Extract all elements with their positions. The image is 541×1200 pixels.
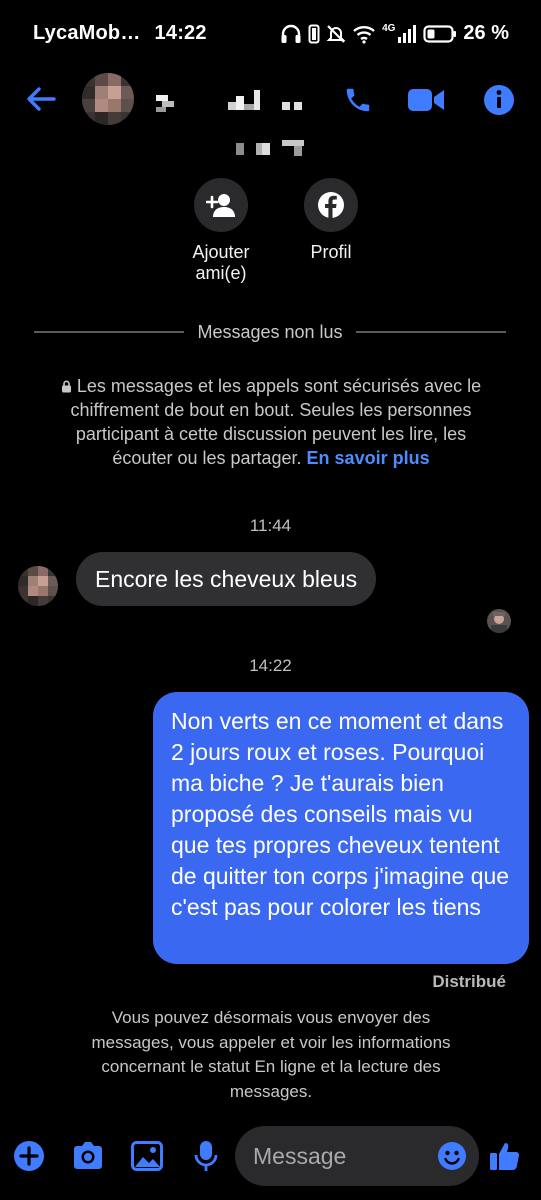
video-call-button[interactable] [406,80,446,120]
info-icon [484,85,514,115]
back-button[interactable] [22,80,60,118]
add-friend-label: Ajouter ami(e) [192,242,250,283]
contact-subtitle-pixelated [236,140,306,156]
add-friend-action[interactable]: Ajouter ami(e) [161,178,281,284]
gallery-button[interactable] [128,1137,166,1175]
headset-icon [281,24,301,43]
video-camera-icon [408,89,444,111]
sender-avatar[interactable] [18,566,58,606]
arrow-left-icon [27,87,56,111]
unread-divider-label: Messages non lus [197,321,343,342]
profile-action[interactable]: Profil [271,178,391,263]
lock-icon [61,380,71,393]
battery-icon [423,24,457,43]
contact-avatar[interactable] [82,73,134,125]
unread-divider: Messages non lus [34,320,506,344]
emoji-icon[interactable] [437,1141,467,1171]
divider-line-left [34,331,185,333]
profile-label: Profil [310,242,352,262]
info-button[interactable] [479,80,519,120]
read-receipt-avatar [487,609,511,633]
conversation-header [0,66,541,132]
outgoing-message-bubble[interactable]: Non verts en ce moment et dans 2 jours r… [153,692,529,964]
facebook-icon [318,192,344,218]
network-type: 4G [382,23,396,34]
wifi-icon [353,25,375,44]
contact-name-pixelated [156,90,306,112]
profile-button[interactable] [304,178,358,232]
encryption-notice: Les messages et les appels sont sécurisé… [60,374,482,470]
timestamp: 11:44 [249,516,292,535]
add-friend-icon [206,194,235,217]
learn-more-link[interactable]: En savoir plus [307,448,430,468]
status-bar: LycaMob… 14:22 4G 26 % [0,0,541,66]
image-icon [131,1141,163,1171]
delivery-status: Distribué [432,972,506,991]
like-button[interactable] [486,1137,524,1175]
message-composer [0,1124,541,1188]
vibrate-icon [308,24,320,43]
signal-icon [398,24,417,43]
more-actions-button[interactable] [10,1137,48,1175]
camera-icon [74,1142,102,1169]
microphone-icon [194,1141,218,1171]
carrier-name: LycaMob… [33,22,141,44]
message-input-container[interactable] [235,1126,479,1186]
phone-icon [346,88,370,112]
plus-icon [14,1141,44,1171]
voice-message-button[interactable] [187,1137,225,1175]
add-friend-button[interactable] [194,178,248,232]
call-button[interactable] [338,80,378,120]
timestamp: 14:22 [249,656,292,675]
mute-bell-icon [326,24,346,43]
camera-button[interactable] [69,1137,107,1175]
thumbs-up-icon [490,1143,520,1170]
divider-line-right [355,331,506,333]
battery-percent: 26 % [463,22,509,44]
incoming-message-bubble[interactable]: Encore les cheveux bleus [76,552,377,606]
message-input[interactable] [253,1126,433,1186]
clock: 14:22 [154,22,207,44]
system-notice: Vous pouvez désormais vous envoyer des m… [91,1008,451,1101]
